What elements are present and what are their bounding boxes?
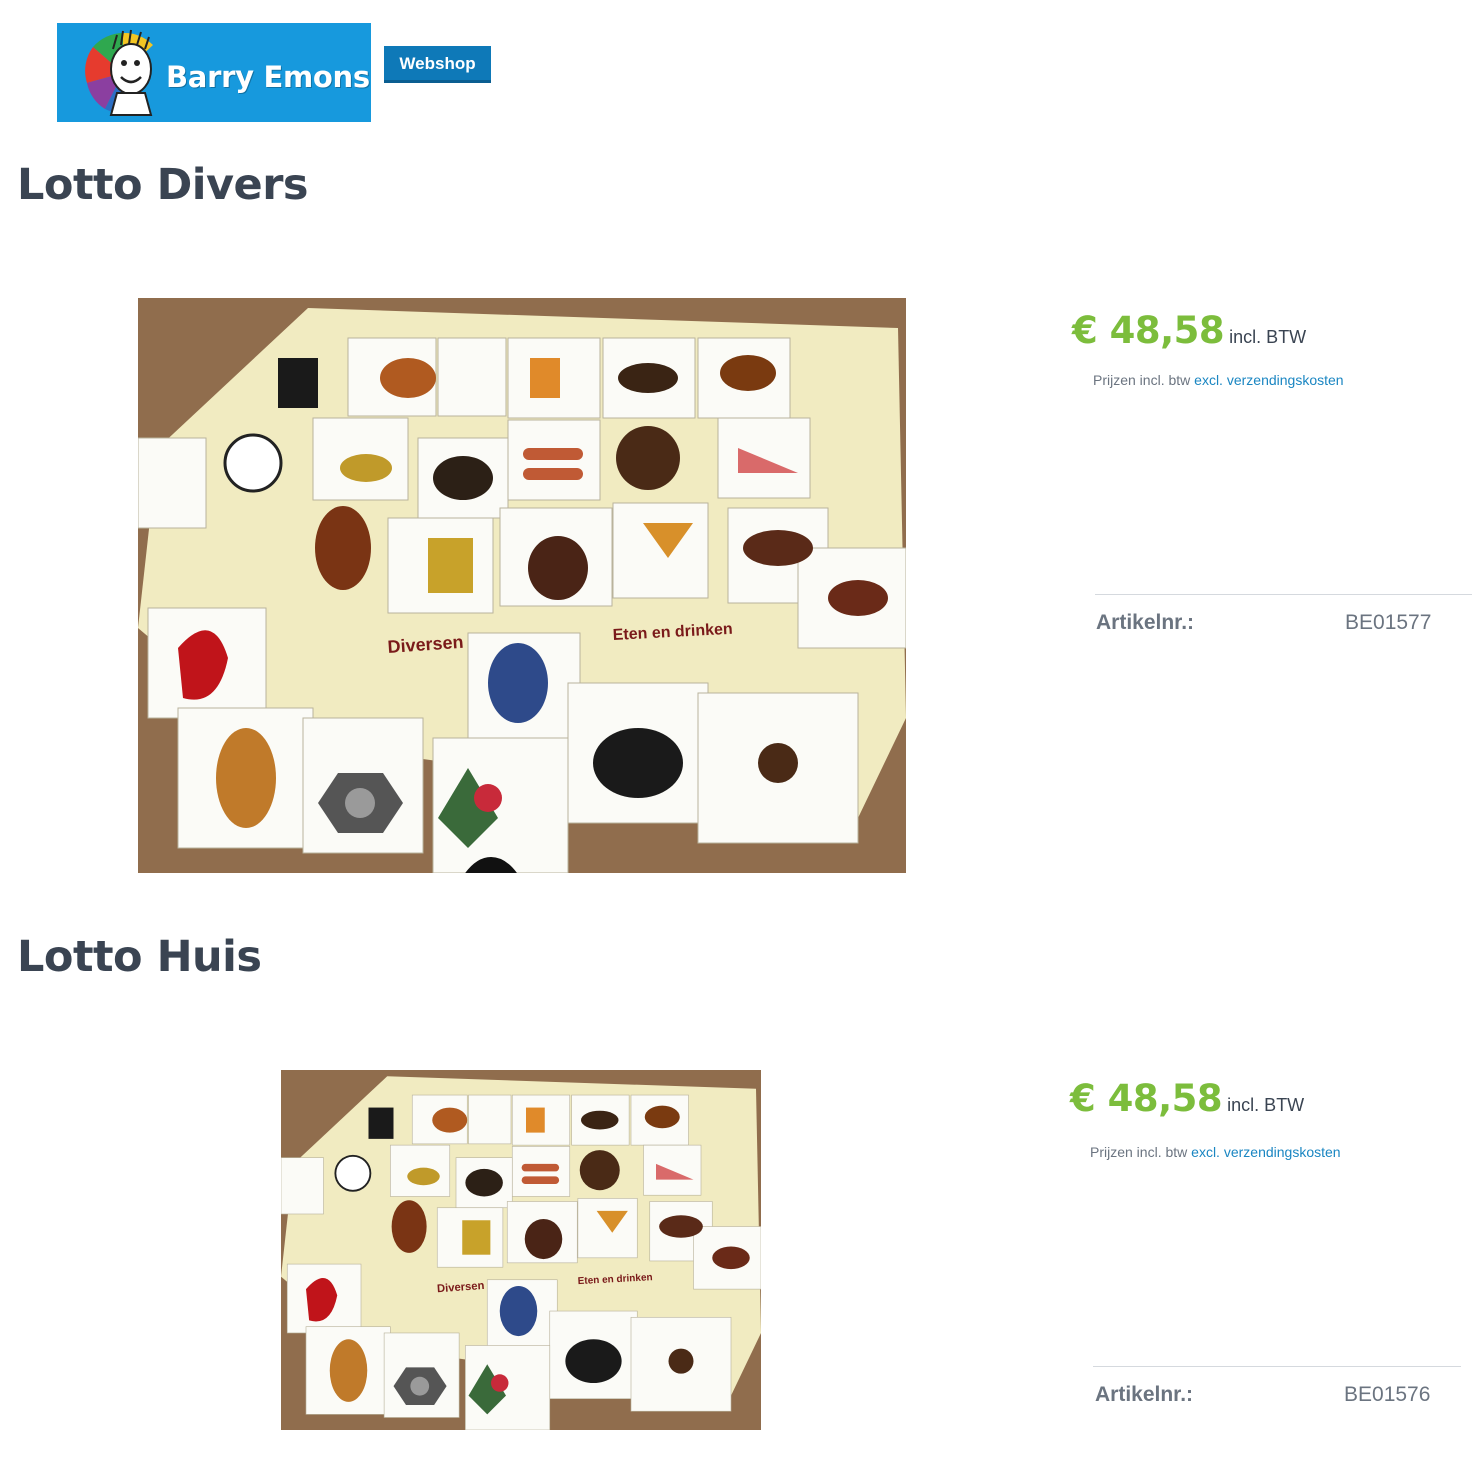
lotto-board-photo: Diversen Eten en drinken	[138, 298, 906, 873]
price-amount: € 48,58	[1072, 309, 1225, 352]
artikel-label: Artikelnr.:	[1095, 1383, 1194, 1406]
shipping-prefix: Prijzen incl. btw	[1093, 372, 1191, 388]
divider	[1093, 1366, 1461, 1367]
product-title[interactable]: Lotto Huis	[17, 932, 262, 982]
price-suffix: incl. BTW	[1229, 327, 1307, 347]
mascot-icon	[85, 29, 153, 116]
brand-logo[interactable]: Barry Emons	[57, 23, 371, 122]
artikel-value: BE01576	[1344, 1383, 1431, 1406]
price-suffix: incl. BTW	[1227, 1095, 1305, 1115]
product-photo[interactable]: Diversen Eten en drinken	[138, 298, 906, 873]
shipping-link[interactable]: excl. verzendingskosten	[1191, 1144, 1340, 1160]
divider	[1095, 594, 1472, 595]
hand-cursor-icon	[465, 857, 517, 873]
artikel-value: BE01577	[1345, 611, 1432, 634]
webshop-button[interactable]: Webshop	[384, 46, 491, 83]
shipping-link[interactable]: excl. verzendingskosten	[1194, 372, 1343, 388]
lotto-board-photo: Diversen Eten en drinken	[281, 1070, 761, 1430]
product-title[interactable]: Lotto Divers	[17, 160, 309, 210]
price: € 48,58 incl. BTW	[1072, 309, 1306, 352]
shipping-note: Prijzen incl. btw excl. verzendingskoste…	[1093, 372, 1344, 388]
product-photo[interactable]: Diversen Eten en drinken	[281, 1070, 761, 1430]
shipping-note: Prijzen incl. btw excl. verzendingskoste…	[1090, 1144, 1341, 1160]
logo-text: Barry Emons	[166, 60, 370, 94]
artikel-label: Artikelnr.:	[1096, 611, 1195, 634]
price: € 48,58 incl. BTW	[1070, 1077, 1304, 1120]
price-amount: € 48,58	[1070, 1077, 1223, 1120]
shipping-prefix: Prijzen incl. btw	[1090, 1144, 1188, 1160]
